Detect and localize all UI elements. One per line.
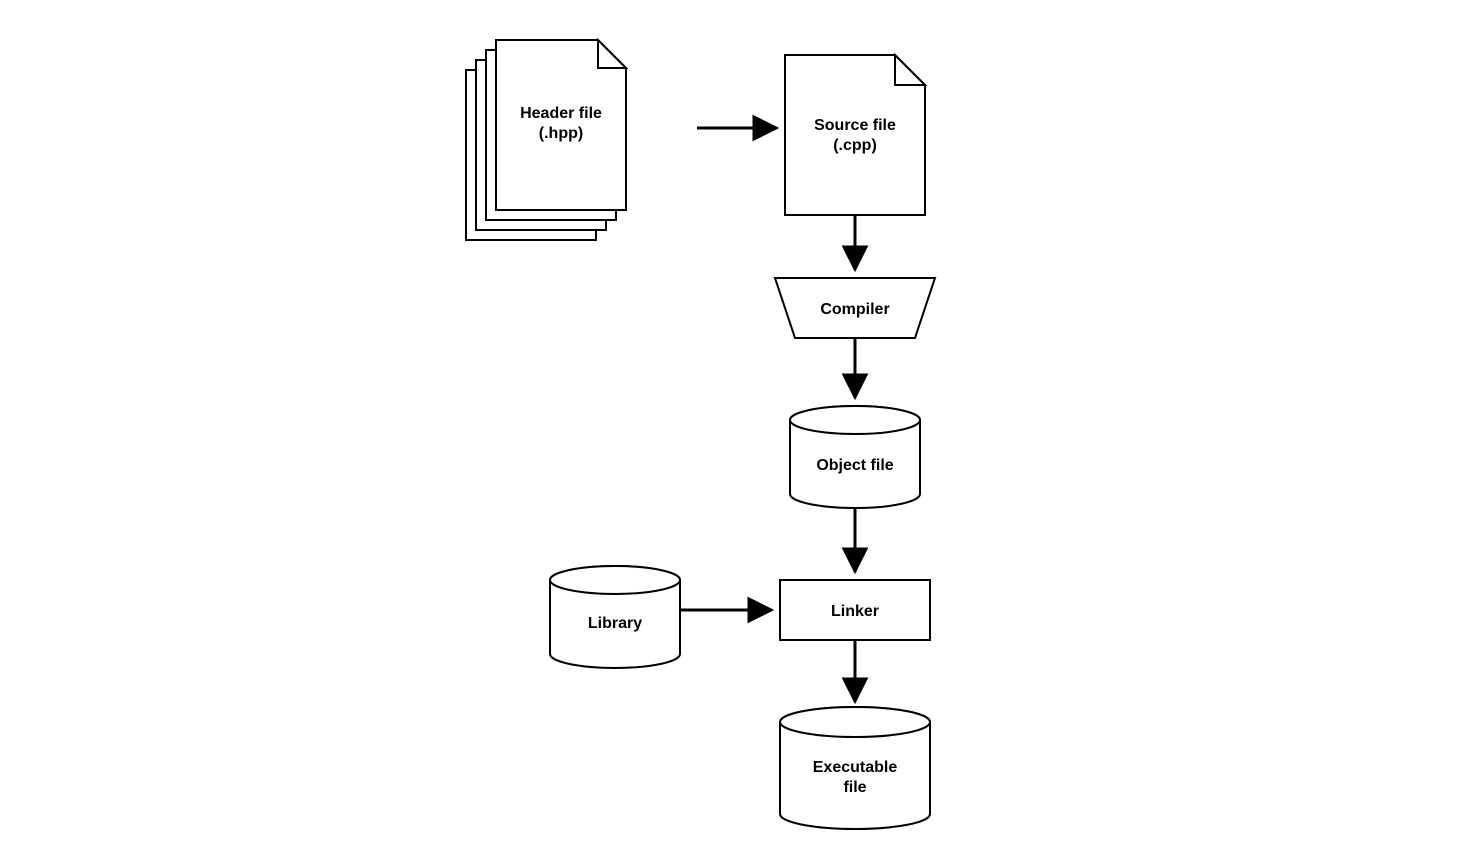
header-file-label-1: Header file bbox=[520, 105, 602, 122]
object-file-label: Object file bbox=[816, 457, 893, 474]
executable-label-2: file bbox=[843, 779, 866, 796]
source-file-label-1: Source file bbox=[814, 117, 896, 134]
object-file-node: Object file bbox=[790, 406, 920, 508]
library-label: Library bbox=[588, 615, 642, 632]
compilation-diagram: Header file (.hpp) Source file (.cpp) Co… bbox=[0, 0, 1464, 868]
executable-node: Executable file bbox=[780, 707, 930, 829]
header-file-node: Header file (.hpp) bbox=[466, 40, 626, 240]
linker-label: Linker bbox=[831, 603, 879, 620]
linker-node: Linker bbox=[780, 580, 930, 640]
executable-label-1: Executable bbox=[813, 759, 898, 776]
source-file-node: Source file (.cpp) bbox=[785, 55, 925, 215]
header-file-label-2: (.hpp) bbox=[539, 125, 583, 142]
library-node: Library bbox=[550, 566, 680, 668]
compiler-label: Compiler bbox=[820, 301, 889, 318]
compiler-node: Compiler bbox=[775, 278, 935, 338]
source-file-label-2: (.cpp) bbox=[833, 137, 877, 154]
